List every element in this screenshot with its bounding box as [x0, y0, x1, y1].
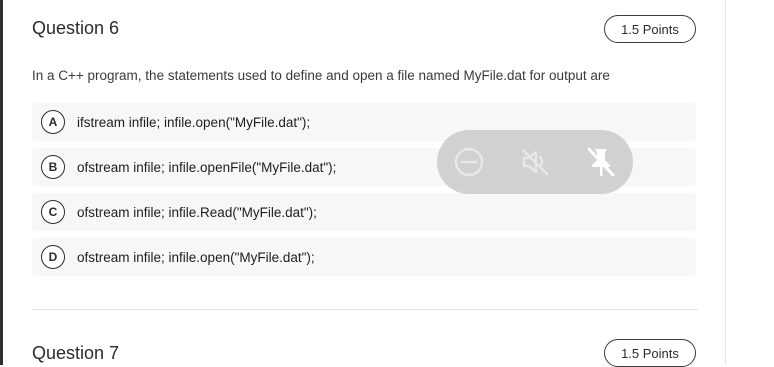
question-divider	[32, 309, 698, 310]
side-panel	[725, 0, 774, 365]
points-badge: 1.5 Points	[604, 339, 696, 367]
option-text: ifstream infile; infile.open("MyFile.dat…	[77, 114, 311, 130]
mute-icon[interactable]	[517, 144, 553, 180]
option-text: ofstream infile; infile.openFile("MyFile…	[77, 159, 337, 175]
option-letter: D	[41, 245, 65, 269]
unpin-icon[interactable]	[583, 144, 619, 180]
question-prompt: In a C++ program, the statements used to…	[32, 68, 610, 83]
option-c[interactable]: C ofstream infile; infile.Read("MyFile.d…	[32, 193, 696, 231]
option-letter: B	[41, 155, 65, 179]
option-d[interactable]: D ofstream infile; infile.open("MyFile.d…	[32, 238, 696, 276]
minus-circle-icon[interactable]	[451, 144, 487, 180]
points-badge: 1.5 Points	[604, 15, 696, 43]
option-letter: A	[41, 110, 65, 134]
option-text: ofstream infile; infile.open("MyFile.dat…	[77, 249, 315, 265]
media-overlay-toolbar	[437, 130, 633, 194]
question-title: Question 7	[32, 343, 120, 363]
option-text: ofstream infile; infile.Read("MyFile.dat…	[77, 204, 317, 220]
question-title: Question 6	[32, 18, 120, 38]
window-edge	[0, 0, 3, 365]
option-letter: C	[41, 200, 65, 224]
